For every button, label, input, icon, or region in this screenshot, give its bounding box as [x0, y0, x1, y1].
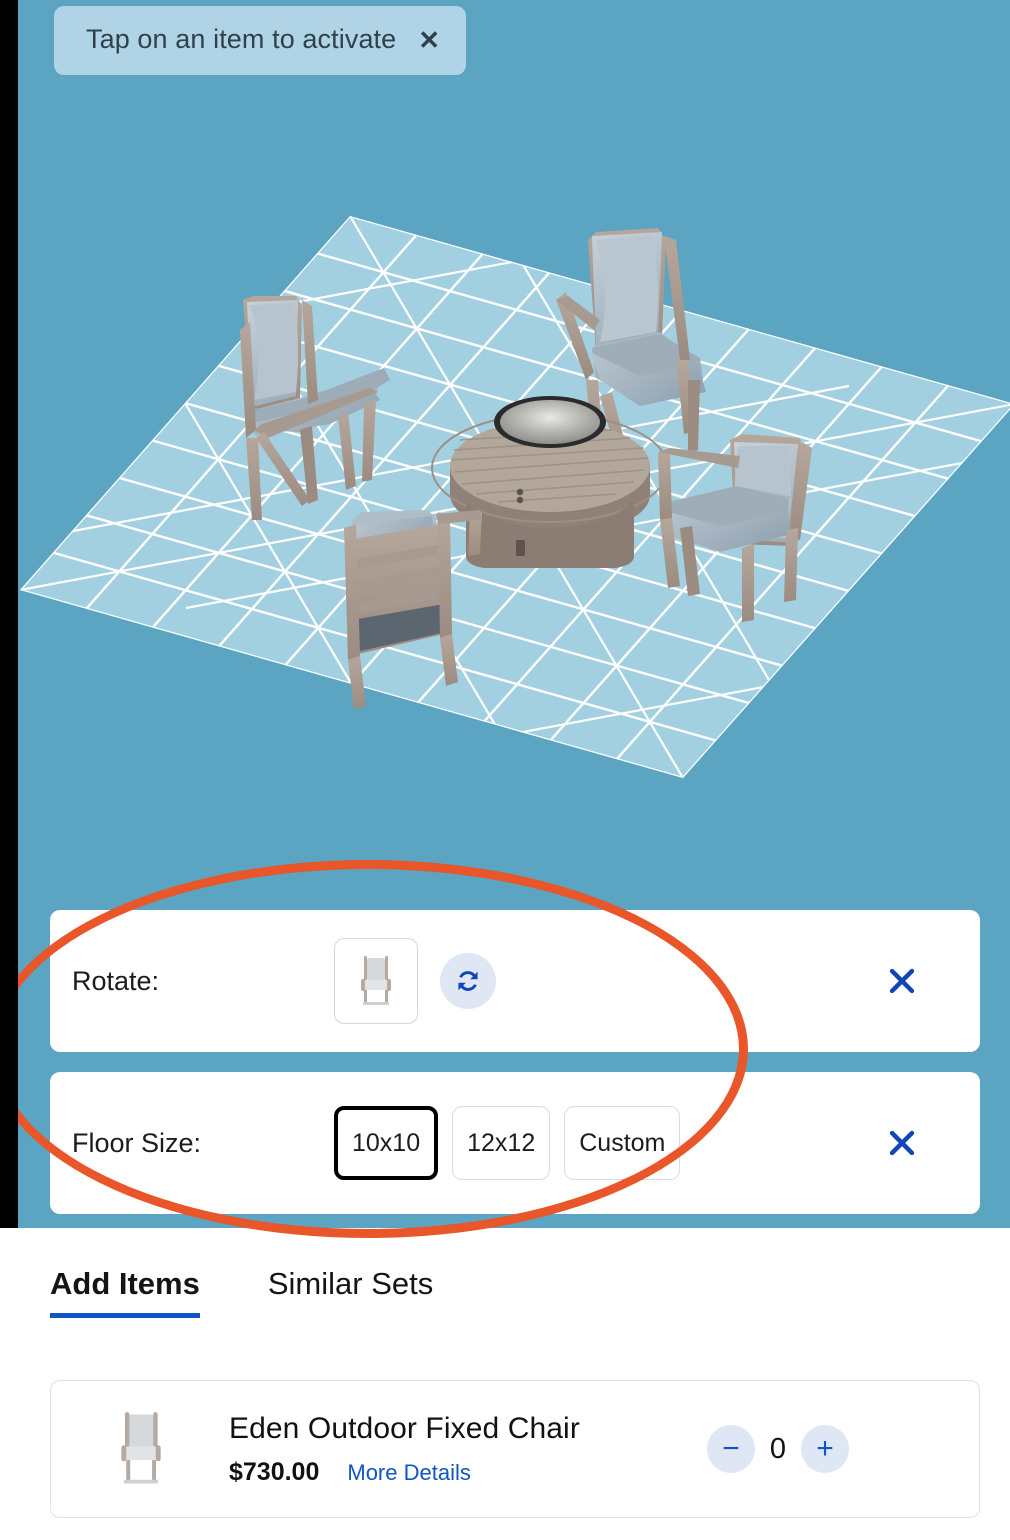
floor-size-controls: 10x10 12x12 Custom: [322, 1106, 980, 1180]
tab-similar-sets[interactable]: Similar Sets: [268, 1266, 433, 1318]
floor-size-option-10x10[interactable]: 10x10: [334, 1106, 439, 1180]
close-rotate-card-button[interactable]: [882, 961, 922, 1001]
product-thumbnail: [81, 1407, 201, 1491]
tab-add-items-label: Add Items: [50, 1266, 200, 1301]
rotate-controls: [322, 938, 980, 1024]
floor-size-control-card: Floor Size: 10x10 12x12 Custom: [50, 1072, 980, 1214]
rotate-icon: [458, 971, 478, 991]
instruction-toast: Tap on an item to activate ✕: [54, 6, 467, 75]
product-title: Eden Outdoor Fixed Chair: [229, 1411, 580, 1445]
increment-quantity-button[interactable]: +: [801, 1425, 849, 1473]
decrement-quantity-button[interactable]: −: [707, 1425, 755, 1473]
sheet-tabs: Add Items Similar Sets: [0, 1228, 1010, 1318]
ar-room-planner-screen: Tap on an item to activate ✕ Rotate: Flo…: [0, 0, 1010, 1540]
product-price: $730.00: [229, 1457, 320, 1486]
rotate-label: Rotate:: [72, 965, 160, 996]
more-details-link[interactable]: More Details: [347, 1460, 470, 1486]
floor-size-label: Floor Size:: [72, 1127, 202, 1158]
chair-thumbnail-icon: [121, 1412, 161, 1484]
rotate-icon-button[interactable]: [440, 953, 496, 1009]
product-list-item[interactable]: Eden Outdoor Fixed Chair $730.00 More De…: [50, 1380, 980, 1518]
left-gutter: [0, 0, 18, 1228]
floor-size-option-12x12[interactable]: 12x12: [452, 1106, 551, 1180]
quantity-stepper: − 0 +: [707, 1425, 849, 1473]
floor-size-options: 10x10 12x12 Custom: [334, 1106, 681, 1180]
close-icon[interactable]: ✕: [418, 27, 440, 53]
close-floor-size-card-button[interactable]: [882, 1123, 922, 1163]
tab-similar-sets-label: Similar Sets: [267, 1266, 434, 1301]
rotate-control-card: Rotate:: [50, 910, 980, 1052]
quantity-value: 0: [769, 1432, 787, 1465]
close-icon: [889, 1130, 915, 1156]
chair-thumbnail-icon: [361, 956, 391, 1005]
tab-add-items[interactable]: Add Items: [50, 1266, 200, 1318]
floor-size-option-custom[interactable]: Custom: [564, 1106, 681, 1180]
close-icon: [889, 968, 915, 994]
product-subline: $730.00 More Details: [229, 1458, 707, 1487]
tab-active-underline: [50, 1313, 200, 1318]
rotate-item-thumbnail[interactable]: [334, 938, 418, 1024]
product-info: Eden Outdoor Fixed Chair $730.00 More De…: [229, 1412, 707, 1487]
toast-message: Tap on an item to activate: [86, 24, 397, 54]
